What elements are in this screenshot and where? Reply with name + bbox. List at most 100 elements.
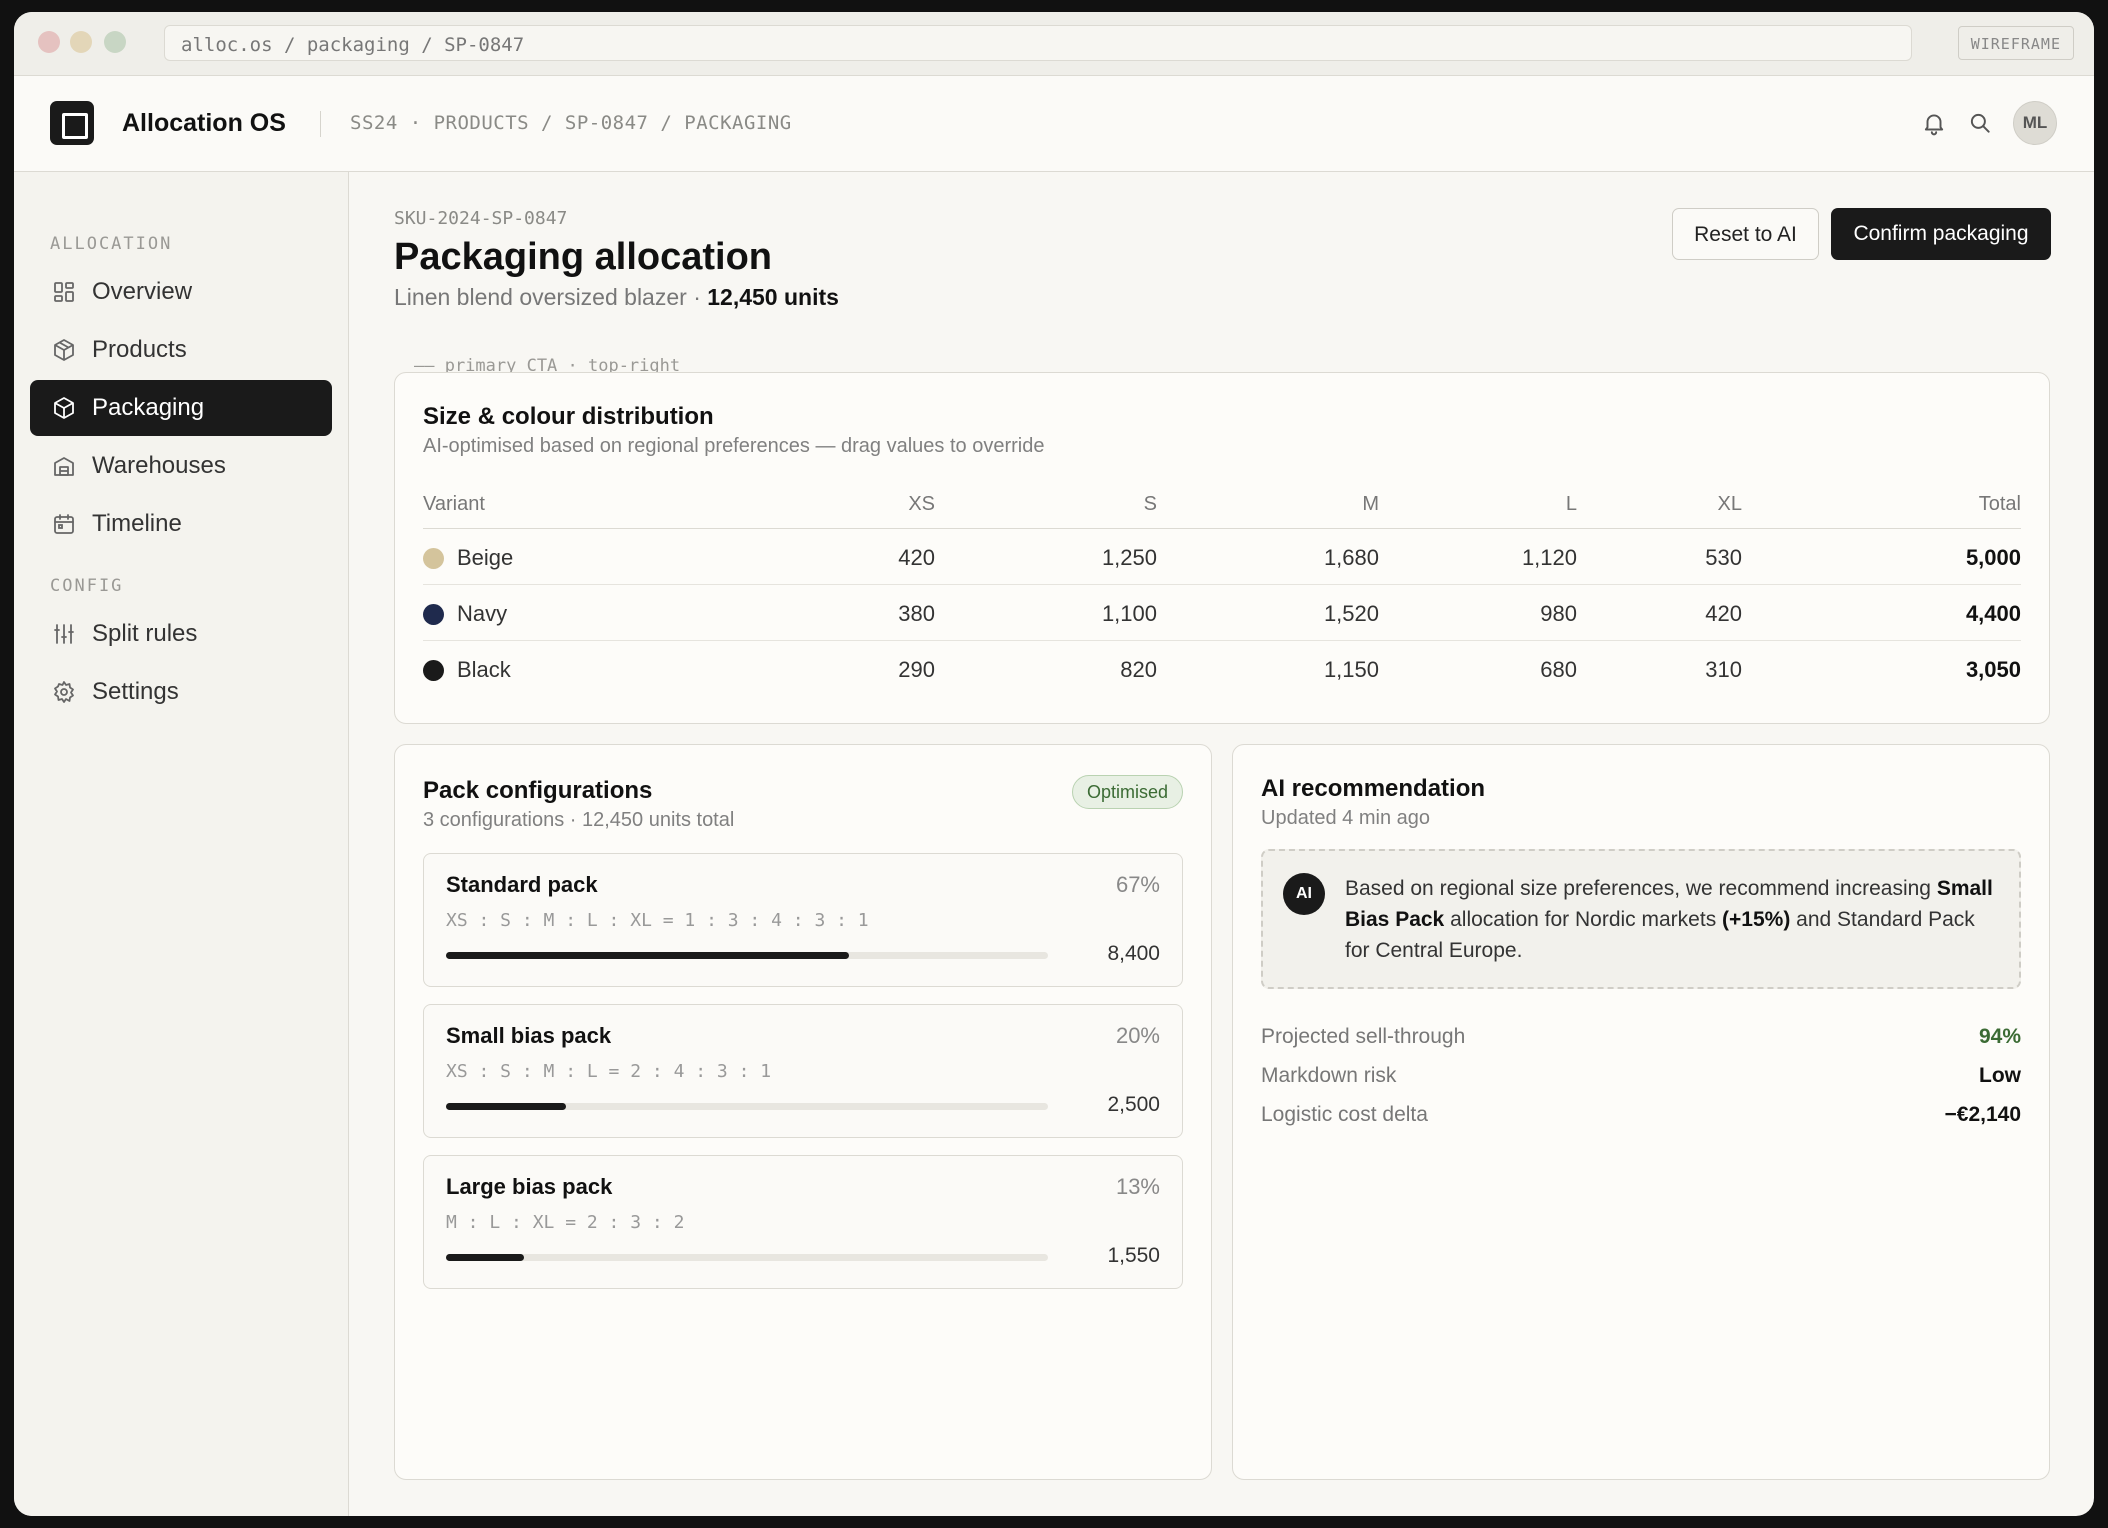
sidebar-item-label: Warehouses [92, 452, 226, 479]
size-value[interactable]: 1,250 [1102, 545, 1157, 571]
avatar[interactable]: ML [2013, 101, 2057, 145]
color-swatch [423, 548, 444, 569]
sku-label: SKU-2024-SP-0847 [394, 208, 568, 229]
pack-percentage: 20% [1115, 1023, 1160, 1048]
pack-progress-fill [446, 952, 850, 959]
size-value[interactable]: 290 [898, 657, 935, 683]
sliders-icon [54, 624, 74, 644]
ai-text-part: Based on regional size preferences, we r… [1345, 877, 1931, 900]
metric-value: 94% [1978, 1025, 2021, 1048]
size-value[interactable]: 420 [898, 545, 935, 571]
sidebar-section-allocation: ALLOCATION [50, 234, 173, 254]
pack-name: Small bias pack [446, 1023, 612, 1048]
pack-progress-fill [446, 1254, 525, 1261]
sidebar-item-label: Split rules [92, 620, 198, 647]
table-row: Black 290 820 1,150 680 310 3,050 [423, 641, 2021, 697]
product-name: Linen blend oversized blazer · [394, 284, 701, 310]
sidebar: ALLOCATION Overview Products Packaging W… [14, 172, 349, 1516]
column-header: M [1362, 493, 1379, 515]
pack-percentage: 13% [1115, 1174, 1160, 1199]
calendar-icon [54, 514, 74, 534]
sidebar-section-config: CONFIG [50, 576, 124, 596]
pack-ratio: XS : S : M : L = 2 : 4 : 3 : 1 [446, 1061, 772, 1082]
app-logo[interactable] [50, 101, 94, 145]
pack-progress-fill [446, 1103, 567, 1110]
size-value[interactable]: 310 [1705, 657, 1742, 683]
ai-message-box: AI Based on regional size preferences, w… [1261, 849, 2021, 989]
sidebar-item-packaging[interactable]: Packaging [30, 380, 332, 436]
pack-ratio: XS : S : M : L : XL = 1 : 3 : 4 : 3 : 1 [446, 910, 869, 931]
close-window-button[interactable] [38, 31, 60, 53]
metric-label: Markdown risk [1261, 1064, 1397, 1087]
search-icon[interactable] [1967, 110, 1993, 136]
gear-icon [54, 681, 74, 703]
sidebar-item-overview[interactable]: Overview [30, 264, 332, 320]
status-badge: Optimised [1071, 775, 1183, 809]
column-header: XS [908, 493, 935, 515]
sidebar-item-timeline[interactable]: Timeline [30, 496, 332, 552]
bell-icon[interactable] [1921, 110, 1947, 136]
metric-logistic-cost: Logistic cost delta −€2,140 [1261, 1103, 2021, 1133]
size-value[interactable]: 1,520 [1324, 601, 1379, 627]
sidebar-item-label: Settings [92, 678, 179, 705]
row-total: 4,400 [1965, 601, 2021, 626]
size-value[interactable]: 530 [1705, 545, 1742, 571]
size-value[interactable]: 820 [1120, 657, 1157, 683]
pack-units: 8,400 [1107, 942, 1160, 965]
variant-name: Beige [457, 545, 514, 570]
url-bar[interactable]: alloc.os / packaging / SP-0847 [164, 25, 1912, 61]
column-header: XL [1717, 493, 1742, 515]
sidebar-item-warehouses[interactable]: Warehouses [30, 438, 332, 494]
sidebar-item-label: Overview [92, 278, 193, 305]
sidebar-item-label: Timeline [92, 510, 182, 537]
reset-to-ai-button[interactable]: Reset to AI [1672, 208, 1819, 260]
pack-progress-track [446, 1103, 1048, 1110]
ai-text-bold: (+15%) [1722, 908, 1791, 931]
sidebar-item-settings[interactable]: Settings [30, 664, 332, 720]
row-total: 5,000 [1965, 545, 2021, 570]
maximize-window-button[interactable] [104, 31, 126, 53]
pack-progress-track [446, 1254, 1048, 1261]
app-window: alloc.os / packaging / SP-0847 WIREFRAME… [14, 12, 2094, 1516]
column-header: Total [1978, 493, 2021, 515]
ai-title: AI recommendation [1261, 775, 1486, 802]
size-value[interactable]: 380 [898, 601, 935, 627]
size-value[interactable]: 680 [1540, 657, 1577, 683]
app-name: Allocation OS [122, 109, 286, 137]
pack-card-large-bias[interactable]: Large bias pack 13% M : L : XL = 2 : 3 :… [423, 1155, 1183, 1289]
size-value[interactable]: 1,150 [1324, 657, 1379, 683]
size-value[interactable]: 1,100 [1102, 601, 1157, 627]
pack-card-small-bias[interactable]: Small bias pack 20% XS : S : M : L = 2 :… [423, 1004, 1183, 1138]
ai-recommendation-card: AI recommendation Updated 4 min ago AI B… [1232, 744, 2050, 1480]
size-value[interactable]: 1,120 [1522, 545, 1577, 571]
table-row: Beige 420 1,250 1,680 1,120 530 5,000 [423, 529, 2021, 585]
sidebar-item-products[interactable]: Products [30, 322, 332, 378]
row-total: 3,050 [1965, 657, 2021, 682]
ai-text-part: allocation for Nordic markets [1450, 908, 1717, 931]
metric-label: Projected sell-through [1261, 1025, 1466, 1048]
metric-sell-through: Projected sell-through 94% [1261, 1025, 2021, 1055]
ai-message: Based on regional size preferences, we r… [1345, 873, 1995, 966]
warehouse-icon [54, 457, 74, 476]
minimize-window-button[interactable] [70, 31, 92, 53]
sidebar-item-label: Packaging [92, 394, 205, 421]
pack-progress-track [446, 952, 1048, 959]
ai-icon: AI [1283, 873, 1325, 915]
grid-icon [54, 282, 74, 302]
pack-ratio: M : L : XL = 2 : 3 : 2 [446, 1212, 685, 1233]
app-header: Allocation OS SS24 · PRODUCTS / SP-0847 … [14, 76, 2094, 172]
distribution-card: Size & colour distribution AI-optimised … [394, 372, 2050, 724]
size-value[interactable]: 1,680 [1324, 545, 1379, 571]
pack-card-standard[interactable]: Standard pack 67% XS : S : M : L : XL = … [423, 853, 1183, 987]
sidebar-item-split-rules[interactable]: Split rules [30, 606, 332, 662]
size-value[interactable]: 980 [1540, 601, 1577, 627]
size-value[interactable]: 420 [1705, 601, 1742, 627]
window-titlebar: alloc.os / packaging / SP-0847 WIREFRAME [14, 12, 2094, 76]
confirm-packaging-button[interactable]: Confirm packaging [1831, 208, 2051, 260]
pack-percentage: 67% [1115, 872, 1160, 897]
variant-name: Navy [457, 601, 508, 626]
table-row: Navy 380 1,100 1,520 980 420 4,400 [423, 585, 2021, 641]
pack-units: 2,500 [1107, 1093, 1160, 1116]
column-header: Variant [423, 493, 485, 515]
pack-name: Large bias pack [446, 1174, 613, 1199]
